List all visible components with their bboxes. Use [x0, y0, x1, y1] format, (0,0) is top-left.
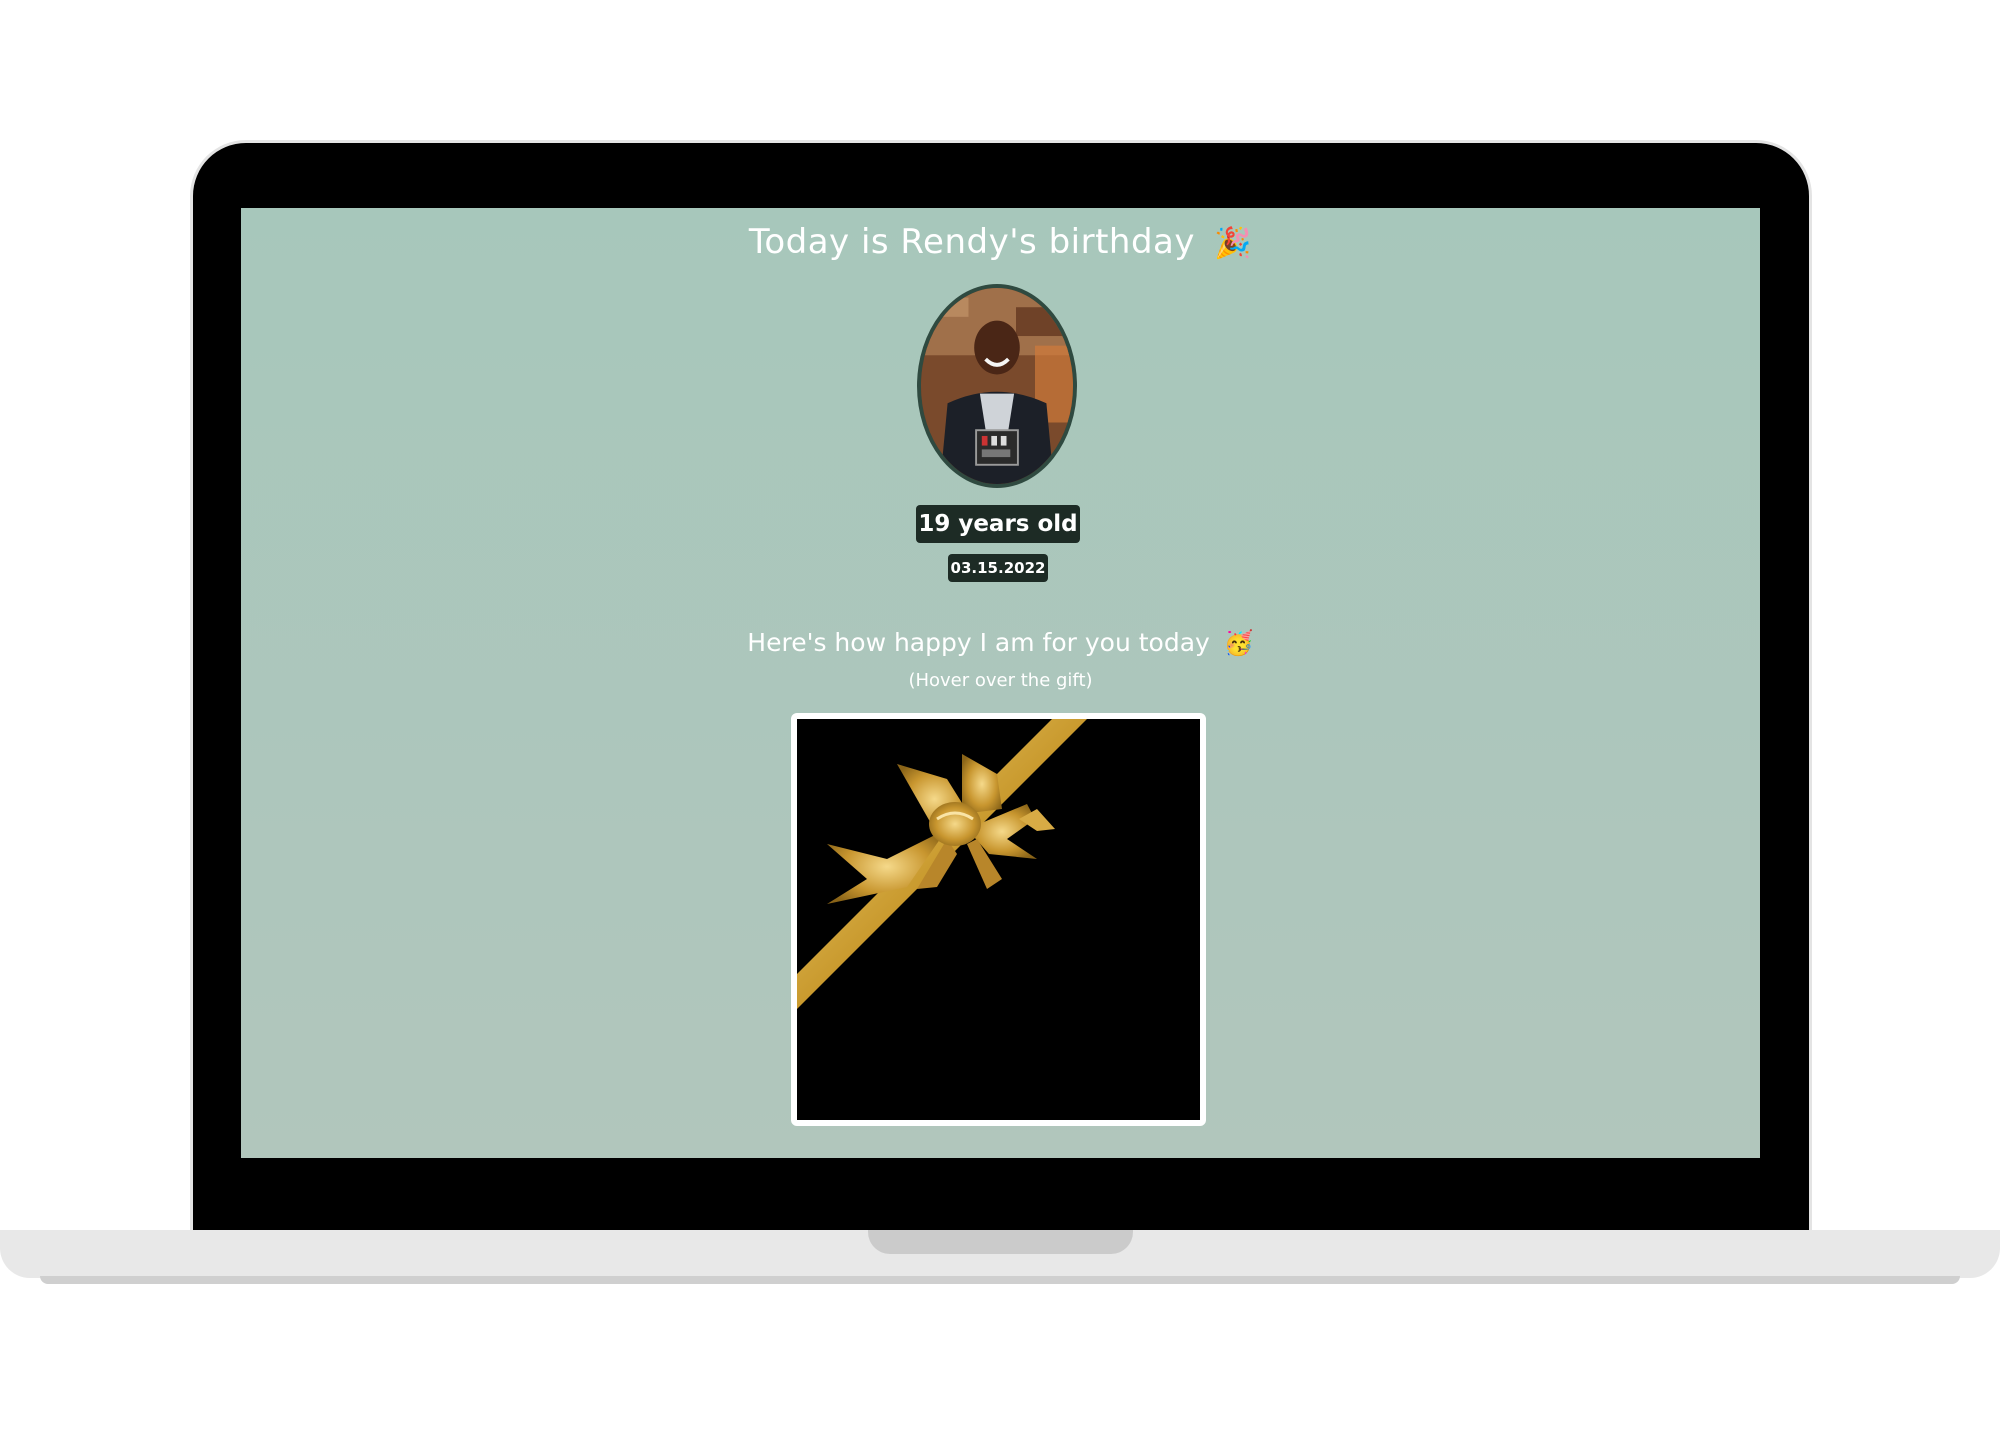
happy-message-text: Here's how happy I am for you today	[747, 628, 1210, 657]
profile-photo	[917, 284, 1077, 488]
gift-box[interactable]	[791, 713, 1206, 1126]
party-popper-icon: 🎉	[1214, 226, 1253, 261]
happy-message: Here's how happy I am for you today 🥳	[241, 628, 1760, 657]
hover-hint: (Hover over the gift)	[908, 670, 1093, 691]
gift-bow-icon	[797, 719, 1087, 1009]
page-title-text: Today is Rendy's birthday	[748, 222, 1195, 262]
partying-face-icon: 🥳	[1223, 629, 1254, 657]
page-title: Today is Rendy's birthday 🎉	[241, 222, 1760, 262]
date-badge: 03.15.2022	[948, 554, 1048, 582]
laptop-base-shadow	[40, 1276, 1960, 1284]
portrait-image	[921, 288, 1073, 484]
browser-viewport: Today is Rendy's birthday 🎉 19 years old…	[241, 208, 1760, 1158]
laptop-notch	[868, 1230, 1133, 1254]
age-badge: 19 years old	[916, 505, 1080, 543]
